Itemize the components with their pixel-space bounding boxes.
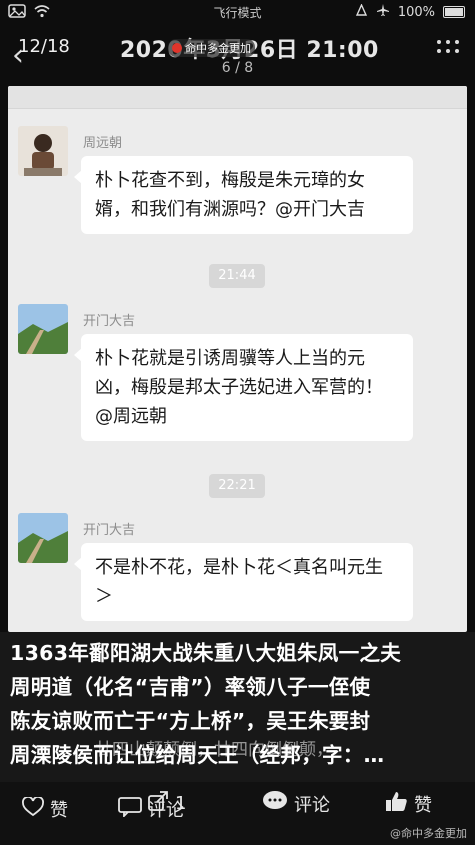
watermark-logo-icon (172, 43, 182, 53)
comment-label-2: 评论 (294, 794, 330, 816)
like-label: 赞 (50, 800, 68, 821)
share-icon (147, 790, 169, 817)
share-button[interactable]: 1 (147, 790, 186, 817)
comment-button-2[interactable]: 评论 (262, 790, 330, 817)
message-bubble: 不是朴不花，是朴卜花＜真名叫元生＞ (74, 543, 413, 621)
battery-percent: 100% (397, 4, 435, 20)
chat-top-strip (8, 86, 467, 109)
alarm-icon (355, 2, 368, 21)
watermark-top: 命中多金更加 (168, 39, 255, 57)
message-bubble: 朴卜花就是引诱周骥等人上当的元凶，梅殷是邦太子选妃进入军营的！@周远朝 (74, 334, 413, 441)
watermark-bottom-text: 命中多金更加 (401, 827, 467, 840)
sender-name: 开门大吉 (83, 314, 136, 329)
sender-name: 开门大吉 (83, 523, 136, 538)
status-right: 100% (355, 2, 465, 21)
like-button[interactable]: 赞 (22, 795, 68, 822)
time-divider: 21:44 (209, 264, 265, 288)
avatar (18, 513, 68, 563)
watermark-top-text: 命中多金更加 (185, 42, 251, 55)
share-count: 1 (175, 793, 187, 814)
time-divider: 22:21 (209, 474, 265, 498)
watermark-bottom: @命中多金更加 (390, 827, 467, 840)
avatar (18, 126, 68, 176)
like-button-2[interactable]: 赞 (384, 790, 432, 817)
status-bar: 飞行模式 100% (0, 0, 475, 26)
bottom-action-bar: 赞 评论 1 评论 赞 @命中多金更加 (0, 782, 475, 845)
comment-icon (118, 796, 142, 822)
avatar (18, 304, 68, 354)
image-counter: 12/18 (18, 36, 70, 57)
page-indicator: 6 / 8 (221, 60, 254, 76)
chat-screenshot: 周远朝 朴卜花查不到，梅殷是朱元璋的女婿，和我们有渊源吗？@开门大吉 21:44… (8, 86, 467, 632)
thumbs-up-icon (384, 790, 408, 817)
heart-icon (22, 795, 44, 822)
viewer-header: ‹ 12/18 2020年3月26日 21:00 命中多金更加 6 / 8 (0, 26, 475, 86)
airplane-icon (376, 3, 390, 21)
sender-name: 周远朝 (83, 136, 123, 151)
chat-bubble-icon (262, 790, 288, 817)
more-menu-icon[interactable] (437, 40, 459, 53)
message-bubble: 朴卜花查不到，梅殷是朱元璋的女婿，和我们有渊源吗？@开门大吉 (74, 156, 413, 234)
like-label-2: 赞 (414, 794, 432, 816)
battery-icon (443, 6, 465, 18)
caption-overlay-line: 廿四山颠颠倒，廿四向倒倒颠， (95, 740, 333, 760)
